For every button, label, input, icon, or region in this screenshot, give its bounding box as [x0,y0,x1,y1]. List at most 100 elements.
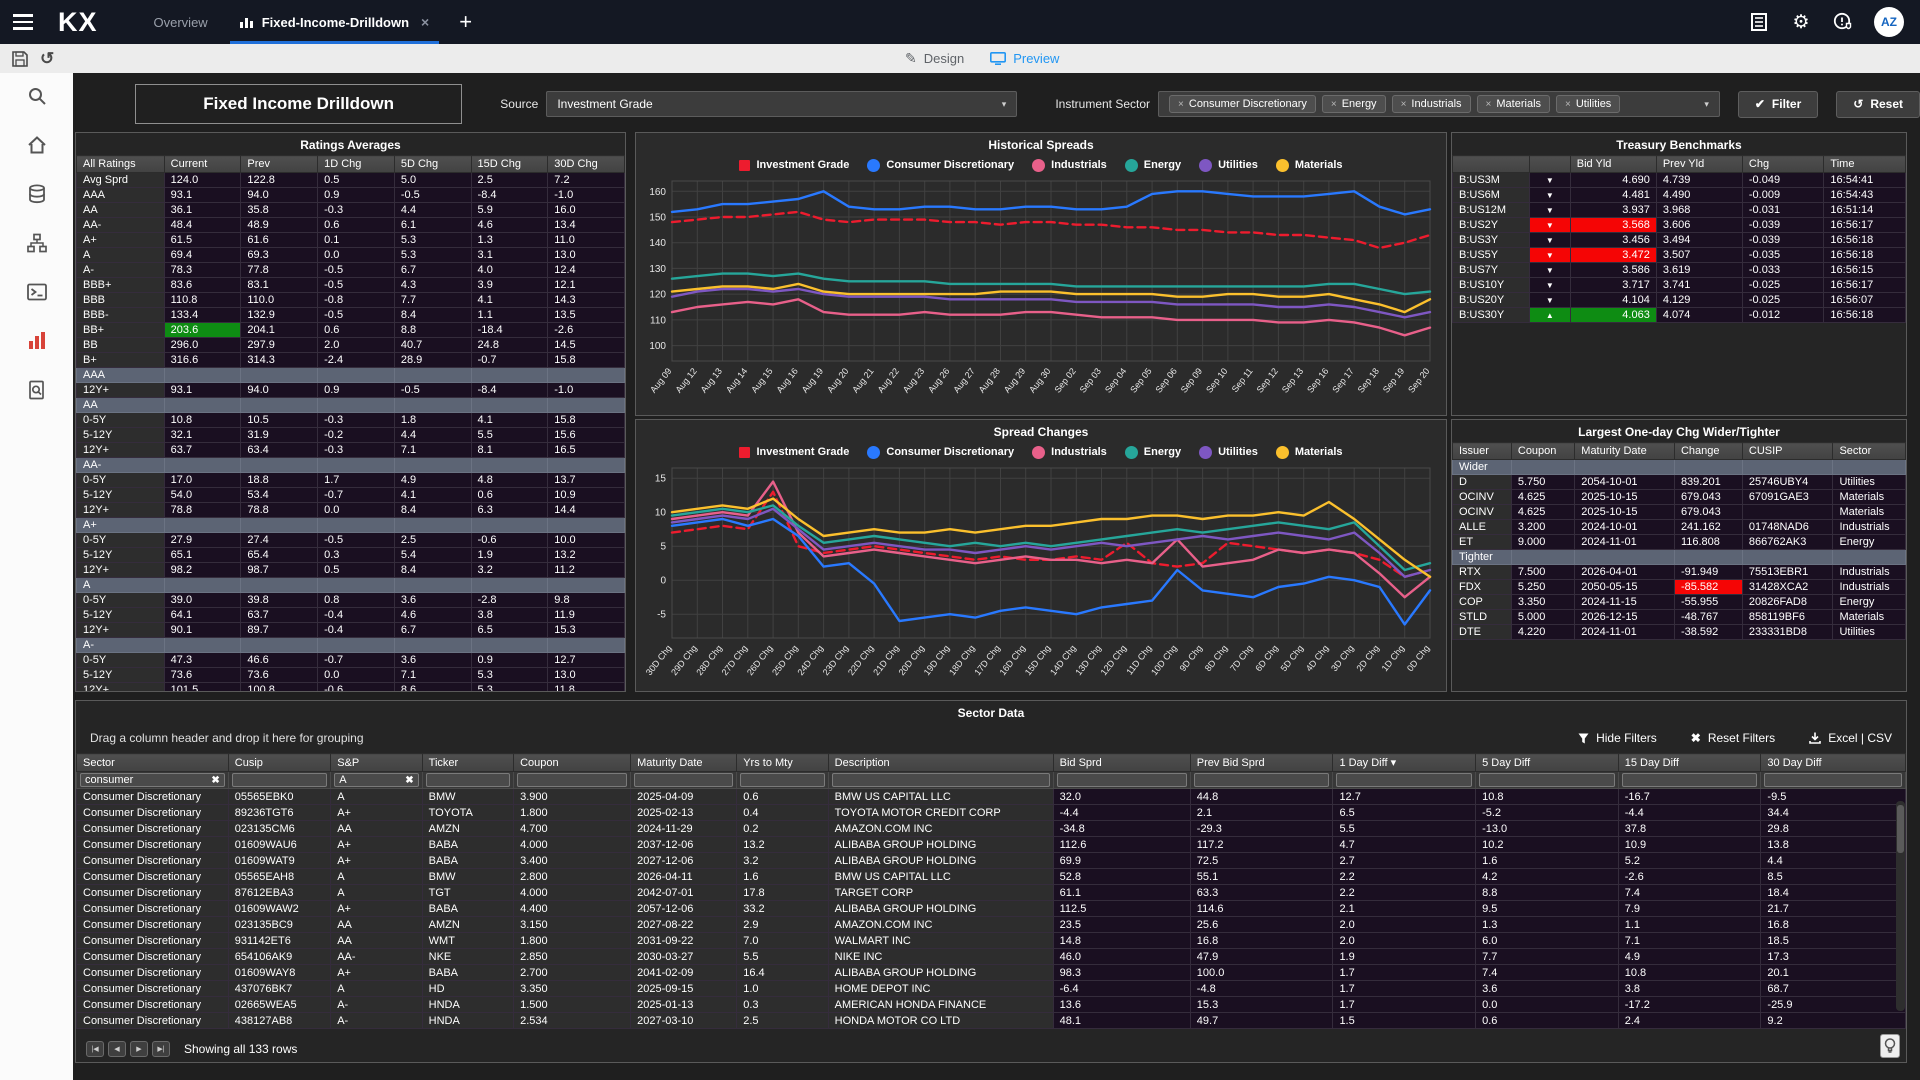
user-avatar[interactable]: AZ [1874,7,1904,37]
column-filter-input[interactable] [426,773,510,787]
table-row[interactable]: 12Y+78.878.80.08.46.314.4 [77,503,625,518]
table-row[interactable]: STLD5.0002026-12-15-48.767858119BF6Mater… [1453,610,1906,625]
reset-button[interactable]: ↺ Reset [1836,91,1920,118]
table-row[interactable]: AA36.135.8-0.34.45.916.0 [77,203,625,218]
tab-fixed-income-drilldown[interactable]: Fixed-Income-Drilldown × [224,0,446,44]
legend-item[interactable]: Materials [1276,446,1343,459]
table-row[interactable]: RTX7.5002026-04-01-91.94975513EBR1Indust… [1453,565,1906,580]
legend-item[interactable]: Energy [1125,446,1181,459]
historical-spreads-chart[interactable]: 100110120130140150160Aug 09Aug 12Aug 13A… [636,175,1444,413]
table-row[interactable]: AA-48.448.90.66.14.613.4 [77,218,625,233]
table-row[interactable]: B:US12M ▼ 3.937 3.968 -0.031 16:51:14 [1453,203,1906,218]
table-row[interactable]: B:US3Y ▼ 3.456 3.494 -0.039 16:56:18 [1453,233,1906,248]
table-row[interactable]: 5-12Y54.053.4-0.74.10.610.9 [77,488,625,503]
next-page-button[interactable]: ▶ [130,1041,148,1057]
table-row[interactable]: B:US3M ▼ 4.690 4.739 -0.049 16:54:41 [1453,173,1906,188]
column-filter-input[interactable] [517,773,627,787]
remove-chip-icon[interactable]: × [1401,99,1407,110]
table-row[interactable]: FDX5.2502050-05-15-85.58231428XCA2Indust… [1453,580,1906,595]
legend-item[interactable]: Energy [1125,159,1181,172]
inspect-icon[interactable] [26,379,48,401]
settings-gear-icon[interactable]: ⚙ [1790,11,1812,33]
export-excel-csv-button[interactable]: Excel | CSV [1809,731,1892,745]
close-tab-icon[interactable]: × [421,14,429,30]
table-row[interactable]: Consumer Discretionary05565EBK0ABMW3.900… [77,789,1906,805]
spread-changes-chart[interactable]: -505101530D Chg29D Chg28D Chg27D Chg26D … [636,462,1444,690]
table-row[interactable]: 0-5Y17.018.81.74.94.813.7 [77,473,625,488]
table-row[interactable]: BBB110.8110.0-0.87.74.114.3 [77,293,625,308]
pipeline-icon[interactable] [26,232,48,254]
table-row[interactable]: ALLE3.2002024-10-01241.16201748NAD6Indus… [1453,520,1906,535]
clear-filter-icon[interactable]: ✖ [405,775,413,786]
prev-page-button[interactable]: ◀ [108,1041,126,1057]
sector-chip[interactable]: ×Energy [1322,95,1386,113]
add-tab-button[interactable]: + [445,9,486,35]
sector-chip[interactable]: ×Consumer Discretionary [1169,95,1316,113]
table-row[interactable]: Consumer Discretionary89236TGT6A+TOYOTA1… [77,805,1906,821]
table-row[interactable]: Consumer Discretionary05565EAH8ABMW2.800… [77,869,1906,885]
column-header[interactable]: 15 Day Diff [1618,754,1761,772]
column-filter-input[interactable] [1622,773,1758,787]
table-row[interactable]: Consumer Discretionary01609WAT9A+BABA3.4… [77,853,1906,869]
column-header[interactable]: Prev Bid Sprd [1190,754,1333,772]
table-row[interactable]: OCINV4.6252025-10-15679.043Materials [1453,505,1906,520]
table-row[interactable]: 0-5Y47.346.6-0.73.60.912.7 [77,653,625,668]
table-row[interactable]: Consumer Discretionary01609WAY8A+BABA2.7… [77,965,1906,981]
last-page-button[interactable]: ▶| [152,1041,170,1057]
table-row[interactable]: B:US7Y ▼ 3.586 3.619 -0.033 16:56:15 [1453,263,1906,278]
table-row[interactable]: COP3.3502024-11-15-55.95520826FAD8Energy [1453,595,1906,610]
lightbulb-button[interactable] [1880,1034,1900,1058]
table-row[interactable]: Avg Sprd124.0122.80.55.02.57.2 [77,173,625,188]
table-row[interactable]: A-78.377.8-0.56.74.012.4 [77,263,625,278]
column-filter-input[interactable]: consumer✖ [80,773,225,787]
preview-mode-button[interactable]: Preview [990,51,1059,66]
remove-chip-icon[interactable]: × [1331,99,1337,110]
hide-filters-button[interactable]: Hide Filters [1578,731,1657,745]
legend-item[interactable]: Materials [1276,159,1343,172]
column-filter-input[interactable] [1336,773,1472,787]
table-row[interactable]: 5-12Y32.131.9-0.24.45.515.6 [77,428,625,443]
table-row[interactable]: 0-5Y39.039.80.83.6-2.89.8 [77,593,625,608]
table-row[interactable]: BBB-133.4132.9-0.58.41.113.5 [77,308,625,323]
table-row[interactable]: 5-12Y73.673.60.07.15.313.0 [77,668,625,683]
database-icon[interactable] [26,183,48,205]
sector-chip[interactable]: ×Utilities [1556,95,1620,113]
table-row[interactable]: AAA93.194.00.9-0.5-8.4-1.0 [77,188,625,203]
table-row[interactable]: Consumer Discretionary437076BK7AHD3.3502… [77,981,1906,997]
table-row[interactable]: Consumer Discretionary01609WAW2A+BABA4.4… [77,901,1906,917]
remove-chip-icon[interactable]: × [1565,99,1571,110]
source-dropdown[interactable]: Investment Grade ▾ [546,91,1017,117]
table-row[interactable]: B:US6M ▼ 4.481 4.490 -0.009 16:54:43 [1453,188,1906,203]
table-row[interactable]: Consumer Discretionary02665WEA5A-HNDA1.5… [77,997,1906,1013]
column-header[interactable]: Ticker [422,754,513,772]
column-filter-input[interactable] [832,773,1050,787]
column-header[interactable]: S&P [331,754,422,772]
report-icon[interactable] [1748,11,1770,33]
table-row[interactable]: 12Y+93.194.00.9-0.5-8.4-1.0 [77,383,625,398]
table-row[interactable]: 5-12Y64.163.7-0.44.63.811.9 [77,608,625,623]
hamburger-menu-icon[interactable] [0,14,46,30]
table-row[interactable]: Consumer Discretionary931142ET6AAWMT1.80… [77,933,1906,949]
table-row[interactable]: Consumer Discretionary654106AK9AA-NKE2.8… [77,949,1906,965]
clear-filter-icon[interactable]: ✖ [211,775,219,786]
table-row[interactable]: BB296.0297.92.040.724.814.5 [77,338,625,353]
table-row[interactable]: B:US10Y ▼ 3.717 3.741 -0.025 16:56:17 [1453,278,1906,293]
table-row[interactable]: Consumer Discretionary023135BC9AAAMZN3.1… [77,917,1906,933]
table-row[interactable]: DTE4.2202024-11-01-38.592233331BD8Utilit… [1453,625,1906,640]
table-row[interactable]: 12Y+63.763.4-0.37.18.116.5 [77,443,625,458]
table-row[interactable]: B:US20Y ▼ 4.104 4.129 -0.025 16:56:07 [1453,293,1906,308]
legend-item[interactable]: Utilities [1199,446,1258,459]
column-header[interactable]: Coupon [514,754,631,772]
column-filter-input[interactable]: A✖ [334,773,418,787]
first-page-button[interactable]: |◀ [86,1041,104,1057]
column-filter-input[interactable] [1479,773,1615,787]
remove-chip-icon[interactable]: × [1486,99,1492,110]
table-row[interactable]: Consumer Discretionary87612EBA3ATGT4.000… [77,885,1906,901]
table-row[interactable]: 0-5Y10.810.5-0.31.84.115.8 [77,413,625,428]
sector-chip[interactable]: ×Industrials [1392,95,1471,113]
column-header[interactable]: 30 Day Diff [1761,754,1906,772]
dashboards-icon[interactable] [26,330,48,352]
table-row[interactable]: 5-12Y65.165.40.35.41.913.2 [77,548,625,563]
home-icon[interactable] [26,134,48,156]
column-header[interactable]: Yrs to Mty [737,754,828,772]
